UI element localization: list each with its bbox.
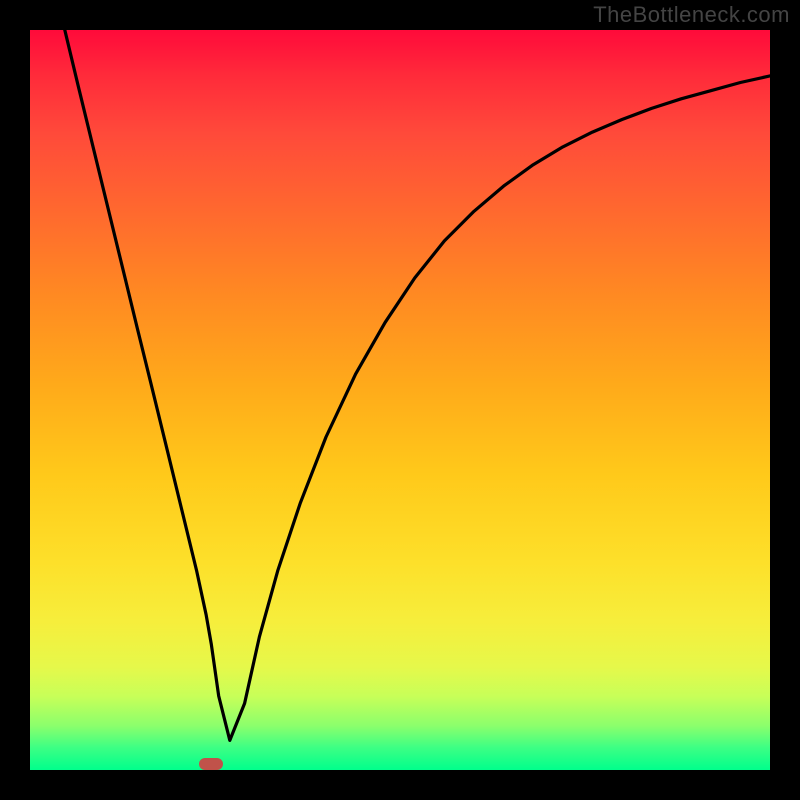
plot-area xyxy=(30,30,770,770)
chart-frame: TheBottleneck.com xyxy=(0,0,800,800)
watermark-text: TheBottleneck.com xyxy=(593,2,790,28)
min-marker xyxy=(199,758,223,770)
curve-svg xyxy=(30,30,770,770)
curve-path xyxy=(65,30,770,740)
